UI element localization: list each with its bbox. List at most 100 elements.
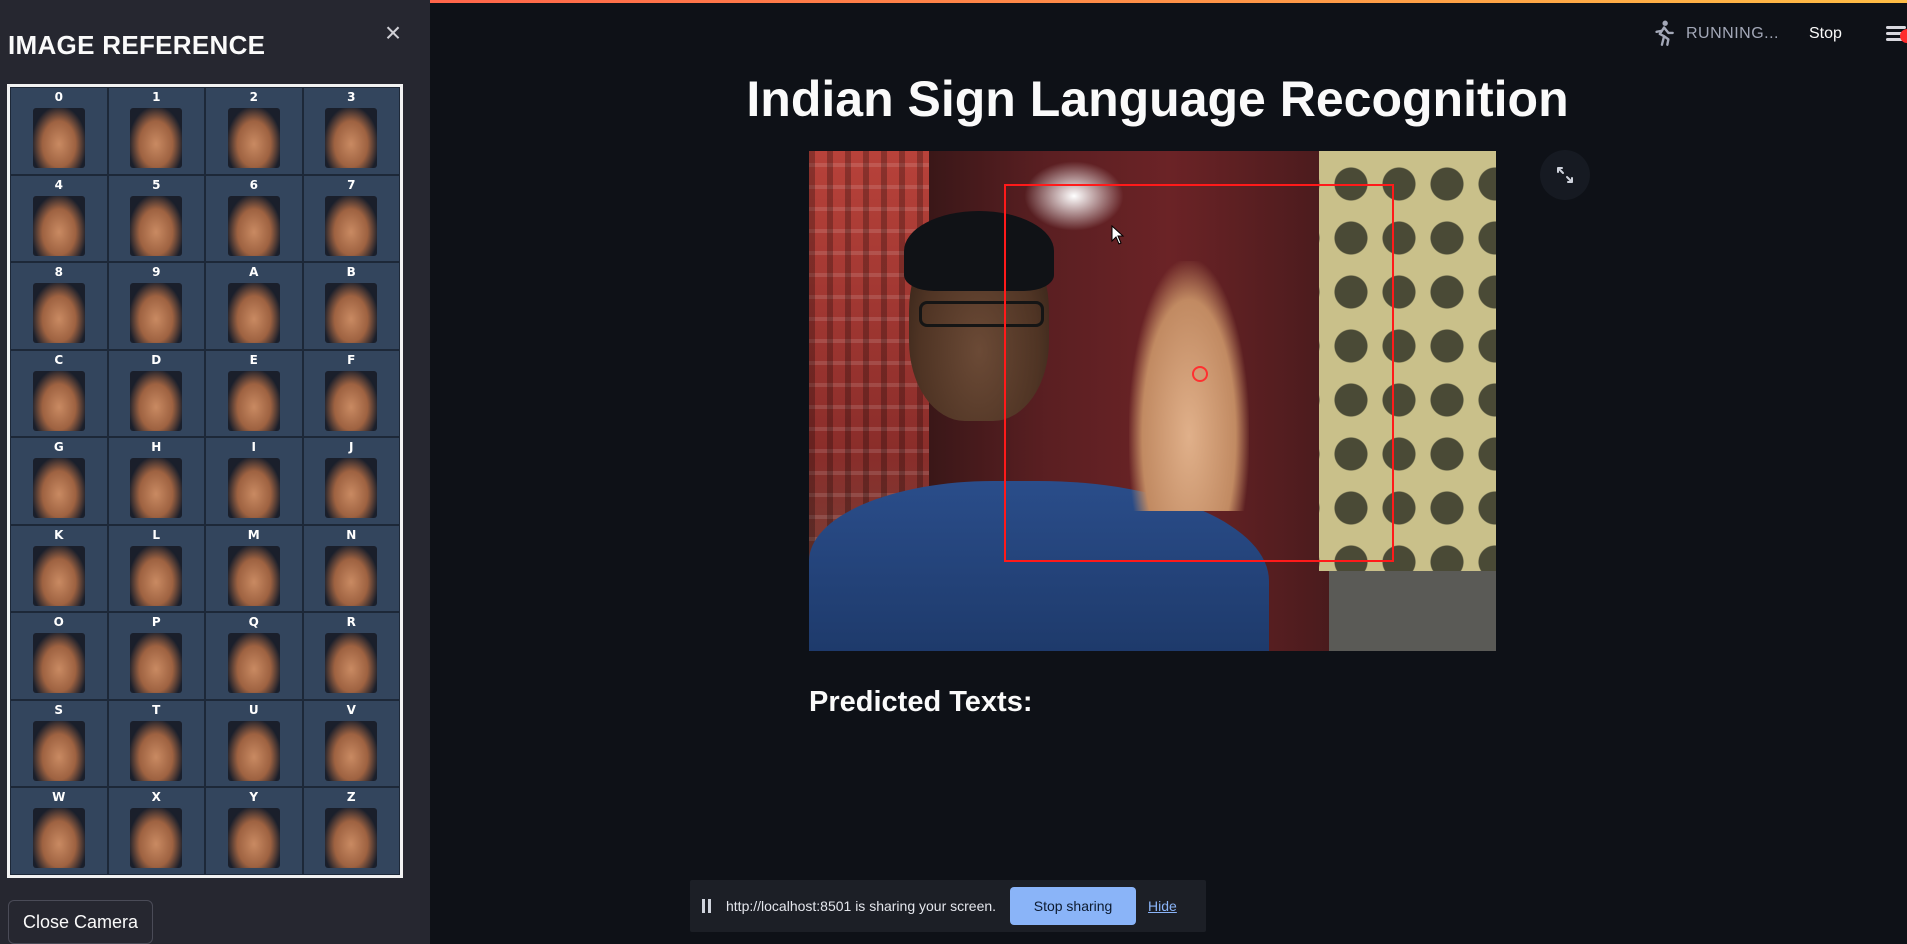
hand-sign-image — [227, 720, 280, 781]
sidebar: IMAGE REFERENCE × 0 1 2 3 4 5 6 7 8 9 A B C D E F G H I J K L… — [0, 0, 430, 944]
reference-cell: A — [205, 262, 303, 350]
reference-label: 7 — [347, 177, 356, 192]
hand-sign-image — [325, 808, 378, 869]
mouse-cursor-icon — [1111, 225, 1125, 245]
stop-sharing-button[interactable]: Stop sharing — [1010, 887, 1137, 925]
hand-sign-image — [32, 458, 85, 519]
reference-label: 2 — [249, 90, 258, 104]
reference-label: X — [151, 790, 161, 805]
reference-label: 5 — [152, 177, 161, 192]
stop-button[interactable]: Stop — [1809, 25, 1842, 43]
reference-cell: 2 — [205, 87, 303, 175]
reference-cell: S — [10, 699, 108, 788]
hamburger-menu-icon[interactable] — [1885, 24, 1907, 44]
reference-cell: 1 — [107, 87, 205, 175]
close-camera-button[interactable]: Close Camera — [8, 900, 153, 944]
reference-cell: D — [107, 349, 205, 438]
reference-label: A — [249, 265, 259, 280]
reference-cell: Y — [205, 787, 303, 875]
reference-label: R — [346, 615, 356, 630]
reference-cell: J — [302, 437, 400, 525]
hand-sign-image — [130, 108, 183, 168]
hand-sign-image — [325, 633, 378, 694]
reference-label: 3 — [347, 90, 356, 104]
reference-cell: P — [107, 612, 205, 700]
hand-sign-image — [227, 283, 280, 344]
hand-sign-image — [227, 370, 280, 431]
hand-sign-image — [32, 720, 85, 781]
reference-label: I — [251, 440, 256, 455]
reference-label: N — [346, 527, 357, 542]
reference-label: M — [247, 527, 260, 542]
reference-cell: 0 — [10, 87, 108, 175]
hand-sign-image — [32, 633, 85, 694]
hand-sign-image — [130, 195, 183, 256]
hand-sign-image — [130, 283, 183, 344]
reference-label: 9 — [152, 265, 161, 280]
reference-cell: R — [302, 612, 400, 700]
fullscreen-button[interactable] — [1540, 150, 1590, 200]
hand-sign-image — [227, 808, 280, 869]
reference-cell: K — [10, 524, 108, 613]
reference-cell: 4 — [10, 174, 108, 263]
pause-icon[interactable] — [702, 899, 716, 913]
hand-sign-image — [227, 108, 280, 168]
hand-sign-image — [227, 458, 280, 519]
reference-label: C — [54, 352, 64, 367]
running-status-text: RUNNING... — [1686, 25, 1779, 42]
reference-label: G — [53, 440, 64, 455]
reference-cell: H — [107, 437, 205, 525]
reference-cell: Q — [205, 612, 303, 700]
predicted-texts-heading: Predicted Texts: — [809, 686, 1033, 718]
close-icon[interactable]: × — [380, 19, 406, 47]
hand-sign-image — [32, 370, 85, 431]
reference-label: P — [151, 615, 161, 630]
image-reference-chart: 0 1 2 3 4 5 6 7 8 9 A B C D E F G H I J K L M N O P Q R S T U V W X Y Z — [7, 84, 403, 878]
reference-cell: W — [10, 787, 108, 875]
share-status-text: http://localhost:8501 is sharing your sc… — [726, 898, 997, 914]
hand-sign-image — [227, 195, 280, 256]
reference-cell: G — [10, 437, 108, 525]
reference-label: 0 — [54, 90, 63, 104]
reference-label: F — [347, 352, 356, 367]
hand-sign-image — [325, 370, 378, 431]
reference-label: Q — [248, 615, 259, 630]
reference-label: 6 — [249, 177, 258, 192]
reference-label: Y — [249, 790, 259, 805]
reference-label: B — [346, 265, 356, 280]
hand-sign-image — [130, 633, 183, 694]
hand-sign-image — [130, 720, 183, 781]
reference-label: V — [346, 702, 356, 717]
reference-cell: T — [107, 699, 205, 788]
reference-label: H — [151, 440, 162, 455]
reference-label: Z — [346, 790, 356, 805]
reference-label: L — [152, 527, 161, 542]
reference-cell: 5 — [107, 174, 205, 263]
hand-sign-image — [325, 283, 378, 344]
reference-cell: 6 — [205, 174, 303, 263]
reference-label: O — [53, 615, 64, 630]
reference-cell: O — [10, 612, 108, 700]
reference-label: T — [152, 702, 161, 717]
reference-cell: 7 — [302, 174, 400, 263]
page-title: Indian Sign Language Recognition — [746, 71, 1569, 127]
reference-cell: M — [205, 524, 303, 613]
hand-sign-image — [325, 720, 378, 781]
reference-label: U — [248, 702, 259, 717]
reference-cell: U — [205, 699, 303, 788]
reference-cell: I — [205, 437, 303, 525]
sidebar-title: IMAGE REFERENCE — [8, 30, 266, 60]
reference-cell: 3 — [302, 87, 400, 175]
reference-label: W — [52, 790, 66, 805]
hand-sign-image — [130, 458, 183, 519]
reference-cell: X — [107, 787, 205, 875]
hand-sign-image — [32, 108, 85, 168]
hide-link[interactable]: Hide — [1148, 898, 1177, 914]
hand-sign-image — [227, 545, 280, 606]
reference-cell: 9 — [107, 262, 205, 350]
reference-label: E — [249, 352, 258, 367]
hand-sign-image — [325, 108, 378, 168]
hand-sign-image — [32, 283, 85, 344]
hand-sign-image — [325, 545, 378, 606]
landmark-marker — [1192, 366, 1208, 382]
